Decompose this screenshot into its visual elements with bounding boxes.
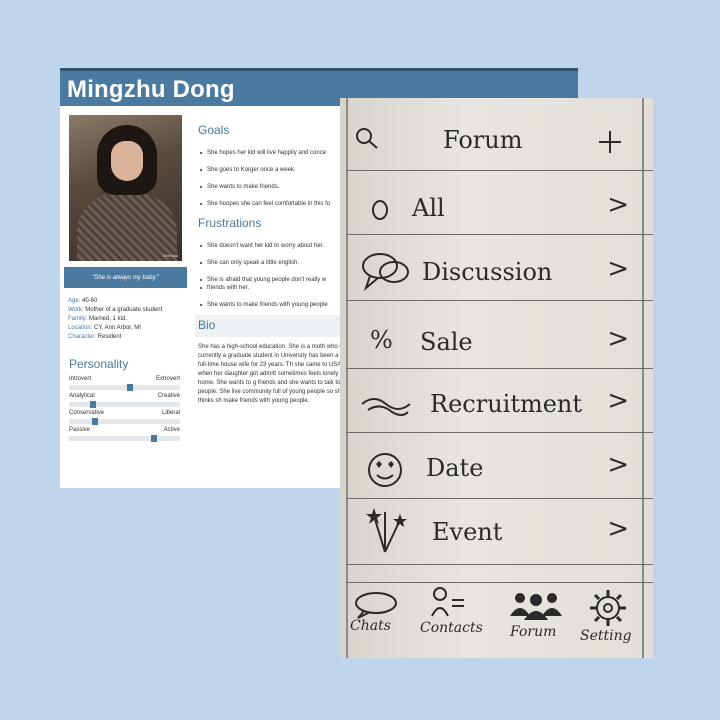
forum-row-all[interactable]: All > bbox=[340, 178, 653, 240]
persona-photo: SheSaid bbox=[69, 115, 182, 261]
contacts-icon bbox=[431, 587, 464, 617]
bio-text: She has a high-school education. She is … bbox=[198, 344, 346, 404]
fact-work: Work: Mother of a graduate student bbox=[68, 307, 163, 313]
forum-row-recruitment[interactable]: Recruitment > bbox=[340, 372, 653, 434]
personality-slider: Introvert Extrovert bbox=[69, 375, 180, 392]
fireworks-icon bbox=[366, 508, 407, 553]
tab-contacts[interactable]: Contacts bbox=[420, 586, 494, 654]
chevron-right-icon: > bbox=[607, 324, 629, 354]
persona-name: Mingzhu Dong bbox=[67, 76, 235, 103]
chevron-right-icon: > bbox=[607, 190, 629, 220]
percent-icon: % bbox=[370, 326, 393, 354]
chevron-right-icon: > bbox=[607, 254, 629, 284]
photo-watermark: SheSaid bbox=[162, 253, 178, 258]
speech-bubbles-icon bbox=[362, 253, 409, 292]
personality-title: Personality bbox=[69, 357, 129, 371]
fact-location: Location: CY, Ann Arbor, MI bbox=[68, 325, 141, 331]
fact-family: Family: Married, 1 kid. bbox=[68, 316, 128, 322]
tab-chats[interactable]: Chats bbox=[348, 586, 418, 654]
persona-facts: Age: 40-60 Work: Mother of a graduate st… bbox=[68, 297, 193, 342]
heart-eyes-emoji-icon bbox=[368, 453, 402, 487]
forum-row-date[interactable]: Date > bbox=[340, 436, 653, 499]
search-icon[interactable] bbox=[354, 126, 380, 152]
bio-title: Bio bbox=[198, 318, 216, 332]
forum-row-sale[interactable]: % Sale > bbox=[340, 306, 653, 369]
circle-icon bbox=[372, 200, 388, 220]
gear-icon bbox=[590, 590, 626, 626]
group-icon bbox=[510, 593, 562, 620]
personality-slider: Analytical Creative bbox=[69, 392, 180, 409]
tab-forum[interactable]: Forum bbox=[500, 586, 572, 654]
fact-age: Age: 40-60 bbox=[68, 298, 98, 304]
forum-sketch: Forum All > Discussion > % Sale > Recrui… bbox=[340, 98, 653, 658]
chat-bubble-icon bbox=[355, 592, 397, 619]
frustrations-title: Frustrations bbox=[198, 216, 262, 230]
personality-slider: Conservative Liberal bbox=[69, 409, 180, 426]
bio-header: Bio bbox=[195, 315, 345, 337]
handshake-icon bbox=[361, 398, 411, 416]
sketch-title: Forum bbox=[443, 126, 523, 154]
persona-quote: "She is always my baby." bbox=[64, 267, 187, 288]
chevron-right-icon: > bbox=[607, 450, 629, 480]
fact-character: Character: Resident bbox=[68, 334, 122, 340]
personality-sliders: Introvert Extrovert Analytical Creative … bbox=[69, 375, 180, 443]
chevron-right-icon: > bbox=[607, 514, 629, 544]
tab-setting[interactable]: Setting bbox=[576, 586, 648, 654]
goals-title: Goals bbox=[198, 123, 230, 137]
chevron-right-icon: > bbox=[607, 386, 629, 416]
forum-row-event[interactable]: Event > bbox=[340, 502, 653, 565]
personality-slider: Passive Active bbox=[69, 426, 180, 443]
forum-row-discussion[interactable]: Discussion > bbox=[340, 240, 653, 302]
plus-icon[interactable] bbox=[598, 130, 622, 154]
